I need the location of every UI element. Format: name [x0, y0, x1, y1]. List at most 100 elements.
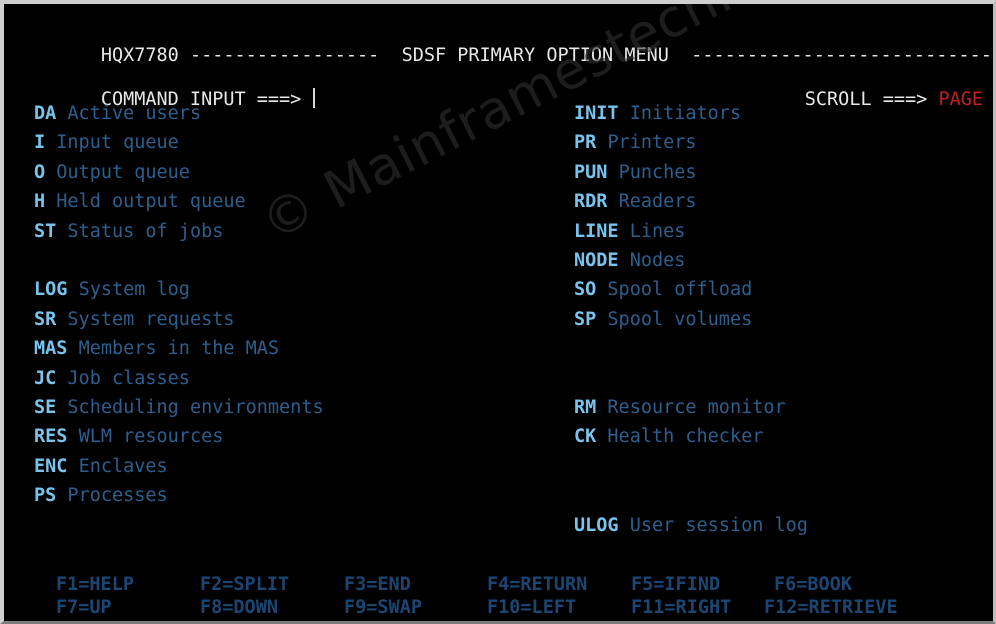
option-description: Output queue: [56, 161, 190, 183]
menu-option-pun[interactable]: PUN Punches: [574, 158, 697, 187]
option-gap: [45, 162, 56, 183]
menu-option-se[interactable]: SE Scheduling environments: [34, 393, 324, 422]
option-gap: [619, 103, 630, 124]
option-code: SO: [574, 279, 597, 301]
option-description: Initiators: [629, 103, 742, 124]
menu-option-mas[interactable]: MAS Members in the MAS: [34, 334, 279, 363]
option-description: Held output queue: [56, 191, 246, 213]
menu-option-o[interactable]: O Output queue: [34, 158, 190, 187]
menu-option-res[interactable]: RES WLM resources: [34, 422, 223, 451]
option-gap: [596, 132, 607, 153]
option-gap: [67, 338, 78, 359]
option-code: ENC: [34, 455, 68, 477]
menu-option-sp[interactable]: SP Spool volumes: [574, 305, 752, 334]
function-key-f7[interactable]: F7=UP: [56, 593, 112, 621]
option-description: Active users: [67, 103, 202, 124]
function-key-f8[interactable]: F8=DOWN: [200, 593, 278, 621]
menu-option-ck[interactable]: CK Health checker: [574, 422, 763, 451]
option-code: RDR: [574, 191, 608, 213]
option-description: Spool volumes: [607, 308, 753, 330]
option-code: RES: [34, 426, 68, 448]
option-code: H: [34, 191, 46, 213]
menu-option-rdr[interactable]: RDR Readers: [574, 187, 697, 216]
option-code: CK: [574, 426, 597, 448]
scroll-label: SCROLL ===>: [804, 89, 928, 111]
option-code: LINE: [574, 220, 619, 242]
terminal-screen-frame: © Mainframestechhelp HQX7780 -----------…: [0, 0, 996, 624]
option-description: Punches: [618, 161, 697, 183]
option-gap: [45, 191, 56, 212]
option-code: MAS: [34, 338, 68, 360]
option-description: Job classes: [67, 367, 190, 389]
option-description: Lines: [629, 220, 686, 242]
terminal-display: HQX7780 ----------------- SDSF PRIMARY O…: [4, 4, 993, 621]
option-description: Nodes: [629, 250, 686, 271]
option-gap: [596, 279, 607, 300]
option-description: System requests: [67, 308, 235, 330]
option-description: User session log: [629, 514, 808, 536]
option-gap: [56, 368, 67, 389]
option-description: WLM resources: [78, 426, 224, 448]
option-gap: [67, 279, 78, 300]
menu-option-so[interactable]: SO Spool offload: [574, 275, 752, 304]
option-gap: [596, 309, 607, 330]
scroll-field-row[interactable]: SCROLL ===> PAGE: [738, 56, 983, 110]
option-description: Enclaves: [78, 455, 168, 477]
menu-option-i[interactable]: I Input queue: [34, 128, 179, 157]
option-gap: [619, 515, 630, 536]
option-gap: [619, 221, 630, 242]
menu-option-ps[interactable]: PS Processes: [34, 481, 168, 510]
option-code: ST: [34, 220, 57, 242]
option-code: SE: [34, 397, 57, 418]
option-code: PS: [34, 485, 57, 507]
function-key-f11[interactable]: F11=RIGHT: [631, 593, 731, 621]
menu-option-node[interactable]: NODE Nodes: [574, 246, 685, 275]
menu-option-da[interactable]: DA Active users: [34, 99, 201, 128]
panel-header-line: HQX7780 ----------------- SDSF PRIMARY O…: [34, 12, 993, 66]
menu-option-jc[interactable]: JC Job classes: [34, 364, 190, 393]
menu-option-ulog[interactable]: ULOG User session log: [574, 511, 808, 540]
option-description: Resource monitor: [607, 397, 786, 418]
option-gap: [56, 221, 67, 242]
page-title: SDSF PRIMARY OPTION MENU: [401, 45, 669, 67]
option-gap: [56, 485, 67, 506]
option-code: SP: [574, 308, 597, 330]
option-code: NODE: [574, 250, 619, 271]
menu-option-enc[interactable]: ENC Enclaves: [34, 452, 168, 481]
option-gap: [67, 456, 78, 477]
option-code: O: [34, 161, 46, 183]
command-input-row[interactable]: COMMAND INPUT ===>: [34, 56, 316, 110]
option-code: PR: [574, 132, 597, 154]
option-description: Spool offload: [607, 279, 753, 301]
option-gap: [619, 250, 630, 271]
option-code: PUN: [574, 161, 608, 183]
option-gap: [56, 309, 67, 330]
menu-option-log[interactable]: LOG System log: [34, 275, 190, 304]
option-code: I: [34, 132, 46, 154]
menu-option-line[interactable]: LINE Lines: [574, 217, 685, 246]
function-key-f10[interactable]: F10=LEFT: [487, 593, 576, 621]
option-code: DA: [34, 103, 57, 124]
menu-option-h[interactable]: H Held output queue: [34, 187, 246, 216]
scroll-value[interactable]: PAGE: [938, 89, 983, 110]
option-description: Processes: [67, 485, 168, 507]
option-gap: [45, 132, 56, 153]
option-description: Printers: [607, 132, 697, 154]
function-key-f9[interactable]: F9=SWAP: [344, 593, 422, 621]
option-code: LOG: [34, 279, 68, 301]
menu-option-pr[interactable]: PR Printers: [574, 128, 697, 157]
option-code: RM: [574, 397, 597, 418]
option-gap: [56, 397, 67, 418]
function-key-f12[interactable]: F12=RETRIEVE: [764, 593, 898, 621]
menu-option-init[interactable]: INIT Initiators: [574, 99, 741, 128]
option-description: Health checker: [607, 426, 764, 448]
option-gap: [596, 426, 607, 447]
menu-option-rm[interactable]: RM Resource monitor: [574, 393, 786, 422]
option-code: JC: [34, 367, 57, 389]
option-gap: [67, 426, 78, 447]
menu-option-st[interactable]: ST Status of jobs: [34, 217, 223, 246]
option-description: Scheduling environments: [67, 397, 324, 418]
option-code: INIT: [574, 103, 619, 124]
menu-option-sr[interactable]: SR System requests: [34, 305, 235, 334]
option-gap: [56, 103, 67, 124]
